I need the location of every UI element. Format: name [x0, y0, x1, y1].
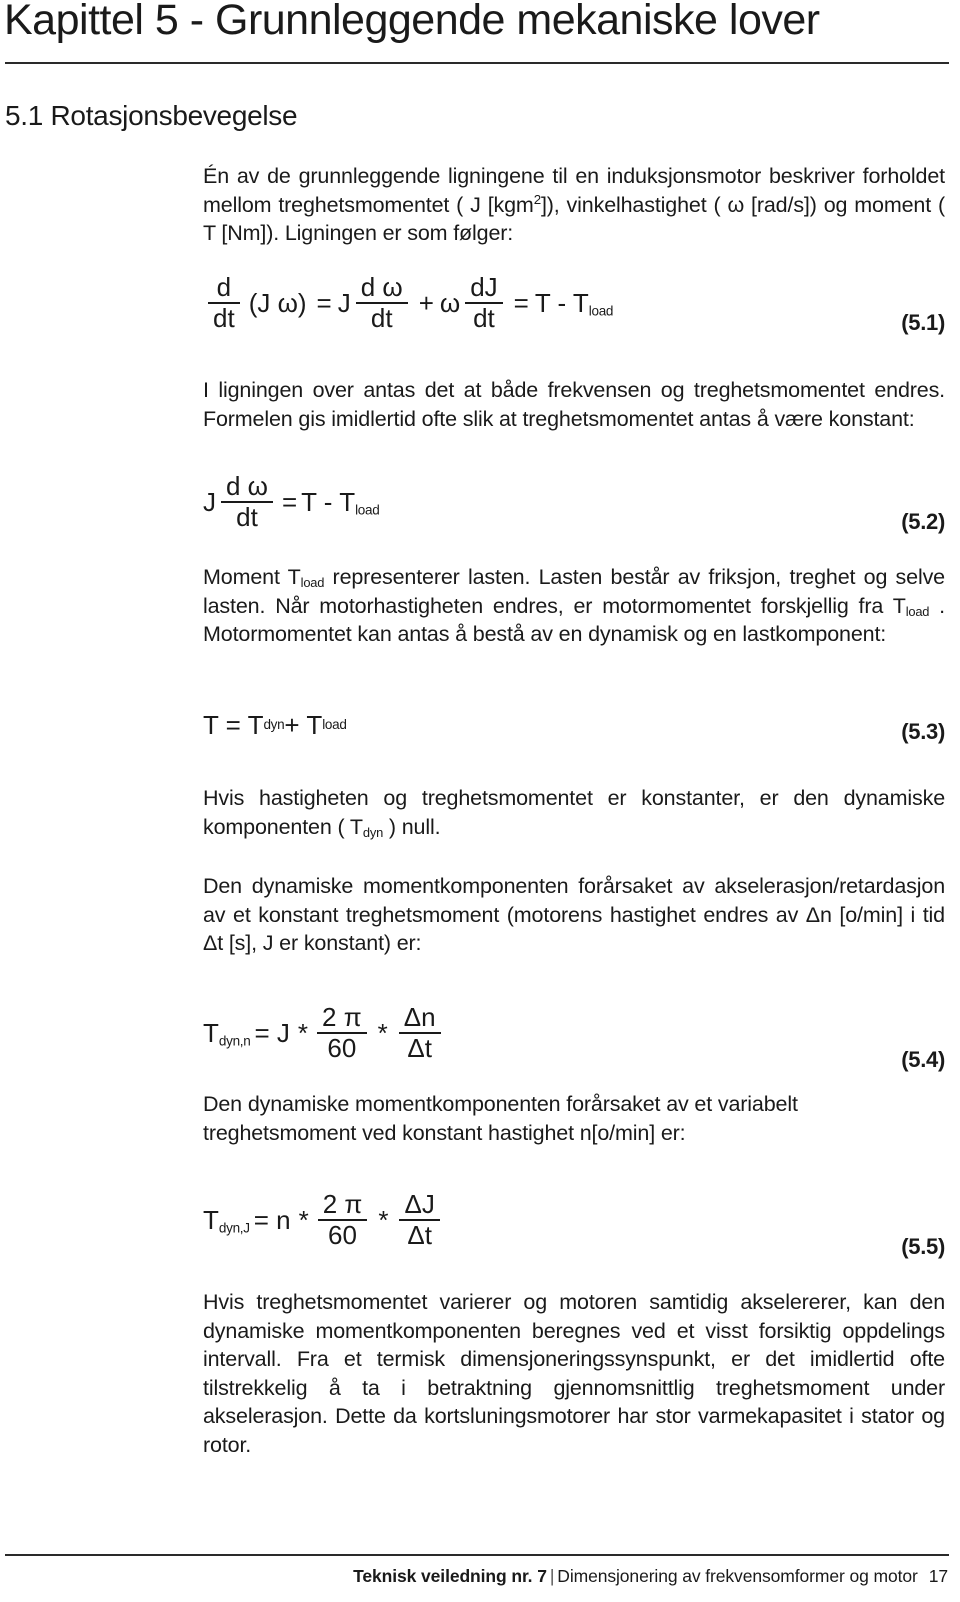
fraction-domega-dt: d ω dt [355, 273, 408, 333]
eq5-lhs: Tdyn,J [203, 1205, 250, 1236]
footer-page-number: 17 [928, 1566, 948, 1586]
eq4-lhs: Tdyn,n [203, 1018, 251, 1049]
eq5-subscript-dyn-j: dyn,J [218, 1220, 250, 1236]
footer-guide-title: Teknisk veiledning nr. 7 [353, 1566, 547, 1586]
page-title: Kapittel 5 - Grunnleggende mekaniske lov… [4, 0, 820, 44]
eq1-equals-2: = [513, 288, 529, 318]
superscript-square: 2 [533, 191, 541, 207]
equation-5-1-number: (5.1) [901, 310, 945, 335]
paragraph-thermal: Hvis treghetsmomentet varierer og motore… [203, 1288, 945, 1459]
eq1-term-j: J [337, 288, 351, 318]
eq2-term-j: J [203, 487, 216, 517]
equation-5-3-body: T = Tdyn + Tload [203, 710, 347, 740]
paragraph-constant-inertia: I ligningen over antas det at både frekv… [203, 376, 945, 433]
eq1-term-omega: ω [439, 288, 461, 318]
paragraph-constant-inertia-text: I ligningen over antas det at både frekv… [203, 378, 945, 431]
eq1-term-jomega: (J ω) [248, 288, 307, 318]
eq1-term-rhs: T - Tload [534, 288, 614, 319]
fraction-2pi-60: 2 π 60 [317, 1190, 368, 1250]
equation-5-2-number: (5.2) [901, 509, 945, 534]
paragraph-dyn-variable-inertia-text: Den dynamiske momentkomponenten forårsak… [203, 1092, 798, 1145]
equation-5-5-number: (5.5) [901, 1234, 945, 1259]
equation-5-1-body: d dt (J ω) = J d ω dt + ω dJ dt = T - Tl… [203, 273, 614, 333]
equation-5-5-body: Tdyn,J = n * 2 π 60 * ΔJ Δt [203, 1190, 445, 1250]
document-page: Kapittel 5 - Grunnleggende mekaniske lov… [0, 0, 960, 1602]
eq2-equals: = [281, 487, 298, 517]
paragraph-dyn-variable-inertia: Den dynamiske momentkomponenten forårsak… [203, 1090, 945, 1147]
eq1-plus: + [418, 288, 434, 318]
paragraph-dyn-zero-a: Hvis hastigheten og treghetsmomentet er … [203, 786, 945, 839]
equation-5-3-number: (5.3) [901, 719, 945, 744]
eq4-subscript-dyn-n: dyn,n [218, 1033, 251, 1049]
fraction-deltan-deltat: Δn Δt [398, 1003, 441, 1063]
fraction-deltaj-deltat: ΔJ Δt [399, 1190, 440, 1250]
subscript-load-1: load [300, 574, 325, 590]
eq4-equals-j: = J [254, 1018, 290, 1048]
equation-5-2: J d ω dt = T - Tload (5.2) [203, 471, 945, 534]
eq3-lhs: T = T [203, 710, 264, 740]
subscript-dyn: dyn [362, 824, 384, 840]
section-heading: 5.1 Rotasjonsbevegelse [5, 100, 298, 131]
footer-subtitle: Dimensjonering av frekvensomformer og mo… [557, 1566, 918, 1586]
eq1-equals-1: = [316, 288, 332, 318]
fraction-dj-dt: dJ dt [465, 273, 503, 333]
equation-5-3: T = Tdyn + Tload (5.3) [203, 707, 945, 744]
subscript-load-2: load [905, 603, 930, 619]
fraction-2pi-60: 2 π 60 [317, 1003, 367, 1063]
eq1-subscript-load: load [588, 303, 614, 319]
equation-5-4-body: Tdyn,n = J * 2 π 60 * Δn Δt [203, 1003, 446, 1063]
paragraph-dyn-zero-b: ) null. [383, 814, 441, 839]
eq2-term-rhs: T - Tload [301, 487, 380, 518]
footer-separator: | [549, 1566, 555, 1586]
equation-5-5: Tdyn,J = n * 2 π 60 * ΔJ Δt (5.5) [203, 1182, 945, 1259]
eq3-plus: + T [284, 710, 323, 740]
paragraph-thermal-text: Hvis treghetsmomentet varierer og motore… [203, 1290, 945, 1457]
fraction-d-dt: d dt [208, 273, 240, 333]
header-divider [5, 62, 949, 64]
paragraph-dyn-zero: Hvis hastigheten og treghetsmomentet er … [203, 784, 945, 841]
eq5-star-2: * [378, 1205, 389, 1235]
footer: Teknisk veiledning nr. 7 | Dimensjonering … [0, 1566, 948, 1587]
eq2-subscript-load: load [355, 502, 380, 518]
footer-divider [5, 1554, 949, 1556]
equation-5-4-number: (5.4) [901, 1047, 945, 1072]
paragraph-load-torque: Moment Tload representerer lasten. Laste… [203, 563, 945, 649]
paragraph-load-torque-a: Moment T [203, 565, 301, 589]
equation-5-2-body: J d ω dt = T - Tload [203, 472, 380, 532]
equation-5-4: Tdyn,n = J * 2 π 60 * Δn Δt (5.4) [203, 995, 945, 1072]
eq4-star-2: * [377, 1018, 388, 1048]
eq5-star-1: * [298, 1205, 309, 1235]
paragraph-dyn-accel: Den dynamiske momentkomponenten forårsak… [203, 872, 945, 958]
paragraph-dyn-accel-text: Den dynamiske momentkomponenten forårsak… [203, 874, 945, 955]
paragraph-intro: Én av de grunnleggende ligningene til en… [203, 162, 945, 248]
fraction-domega-dt: d ω dt [221, 472, 273, 532]
paragraph-load-torque-b: representerer lasten. Lasten består av f… [203, 565, 945, 618]
eq4-star-1: * [297, 1018, 309, 1048]
equation-5-1: d dt (J ω) = J d ω dt + ω dJ dt = T - Tl… [203, 272, 945, 335]
eq5-equals-n: = n [253, 1205, 291, 1235]
